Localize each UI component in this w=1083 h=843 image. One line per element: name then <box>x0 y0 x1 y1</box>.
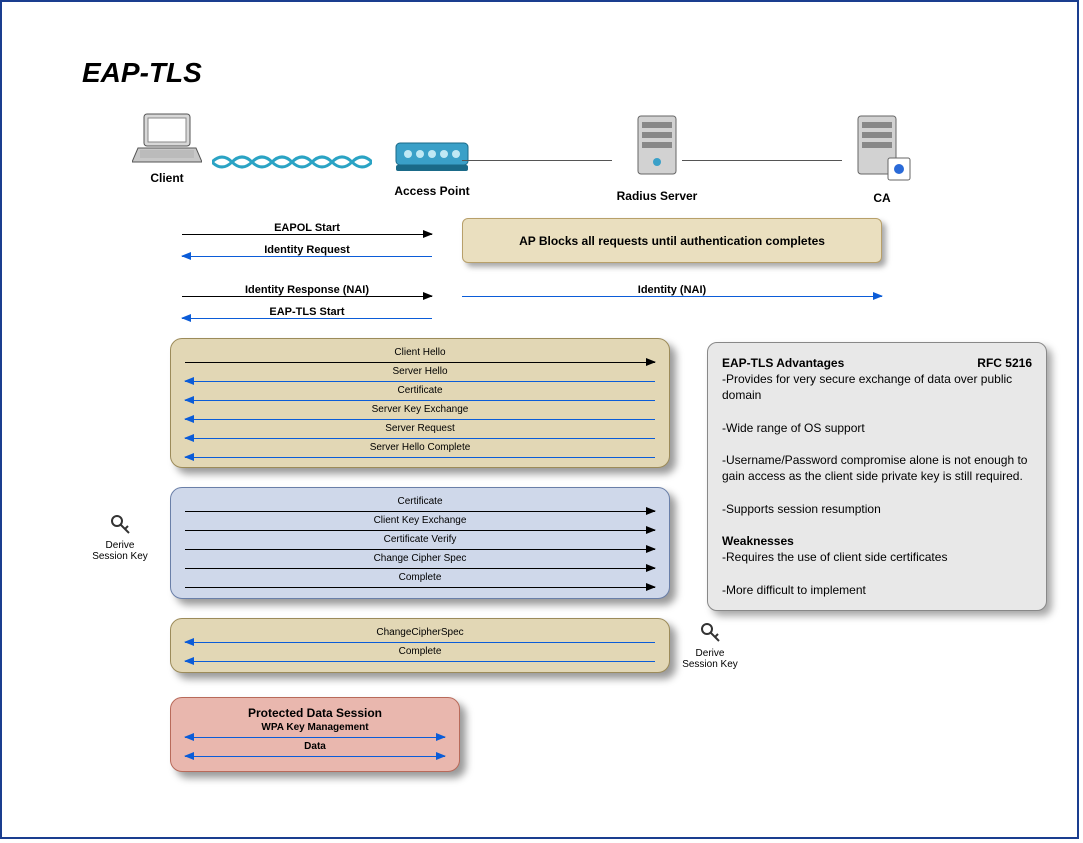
link-line-2 <box>682 160 842 161</box>
row-complete: Complete <box>185 572 655 591</box>
panel-protected-data: Protected Data Session WPA Key Managemen… <box>170 697 460 772</box>
panel-server-finish: ChangeCipherSpec Complete <box>170 618 670 673</box>
node-ap-label: Access Point <box>377 184 487 198</box>
ap-block-box: AP Blocks all requests until authenticat… <box>462 218 882 263</box>
row-data: Data <box>185 741 445 760</box>
row-client-hello: Client Hello <box>185 347 655 366</box>
row-cert2: Certificate <box>185 496 655 515</box>
row-complete2: Complete <box>185 646 655 665</box>
weak-item: -More difficult to implement <box>722 582 1032 598</box>
row-wpa-key: WPA Key Management <box>185 722 445 741</box>
laptop-icon <box>132 112 202 167</box>
node-radius-label: Radius Server <box>602 189 712 203</box>
node-ca: CA <box>837 112 927 205</box>
panel-tls-hello: Client Hello Server Hello Certificate Se… <box>170 338 670 468</box>
panel-tls-client: Certificate Client Key Exchange Certific… <box>170 487 670 599</box>
node-access-point: Access Point <box>377 137 487 198</box>
info-sidebox: EAP-TLS Advantages RFC 5216 -Provides fo… <box>707 342 1047 611</box>
arrow-identity-request: Identity Request <box>182 250 432 262</box>
page-title: EAP-TLS <box>82 57 202 89</box>
adv-item: -Supports session resumption <box>722 501 1032 517</box>
server-icon <box>632 112 682 182</box>
node-client-label: Client <box>117 171 217 185</box>
adv-item: -Provides for very secure exchange of da… <box>722 371 1032 403</box>
sidebox-title: EAP-TLS Advantages <box>722 355 844 371</box>
wireless-link-icon <box>212 152 372 172</box>
adv-item: -Username/Password compromise alone is n… <box>722 452 1032 484</box>
derive-key-left: Derive Session Key <box>90 514 150 562</box>
adv-item: -Wide range of OS support <box>722 420 1032 436</box>
node-radius: Radius Server <box>602 112 712 203</box>
ca-server-icon <box>852 112 912 184</box>
router-icon <box>392 137 472 177</box>
weak-item: -Requires the use of client side certifi… <box>722 549 1032 565</box>
row-cert-verify: Certificate Verify <box>185 534 655 553</box>
row-client-key-exchange: Client Key Exchange <box>185 515 655 534</box>
arrow-eapol-start: EAPOL Start <box>182 228 432 240</box>
key-icon <box>700 622 720 646</box>
diagram-page: EAP-TLS Client Access Point <box>0 0 1079 839</box>
protected-title: Protected Data Session <box>185 706 445 720</box>
row-ccs: ChangeCipherSpec <box>185 627 655 646</box>
node-client: Client <box>117 112 217 185</box>
node-ca-label: CA <box>837 191 927 205</box>
arrow-eap-tls-start: EAP-TLS Start <box>182 312 432 324</box>
arrow-identity-response: Identity Response (NAI) <box>182 290 432 302</box>
derive-key-right: Derive Session Key <box>680 622 740 670</box>
row-server-request: Server Request <box>185 423 655 442</box>
row-server-hello: Server Hello <box>185 366 655 385</box>
row-server-key-exchange: Server Key Exchange <box>185 404 655 423</box>
row-server-hello-complete: Server Hello Complete <box>185 442 655 461</box>
row-certificate: Certificate <box>185 385 655 404</box>
arrow-identity-nai: Identity (NAI) <box>462 290 882 302</box>
weakness-title: Weaknesses <box>722 533 1032 549</box>
link-line <box>462 160 612 161</box>
row-change-cipher: Change Cipher Spec <box>185 553 655 572</box>
sidebox-rfc: RFC 5216 <box>977 355 1032 371</box>
key-icon <box>110 514 130 538</box>
